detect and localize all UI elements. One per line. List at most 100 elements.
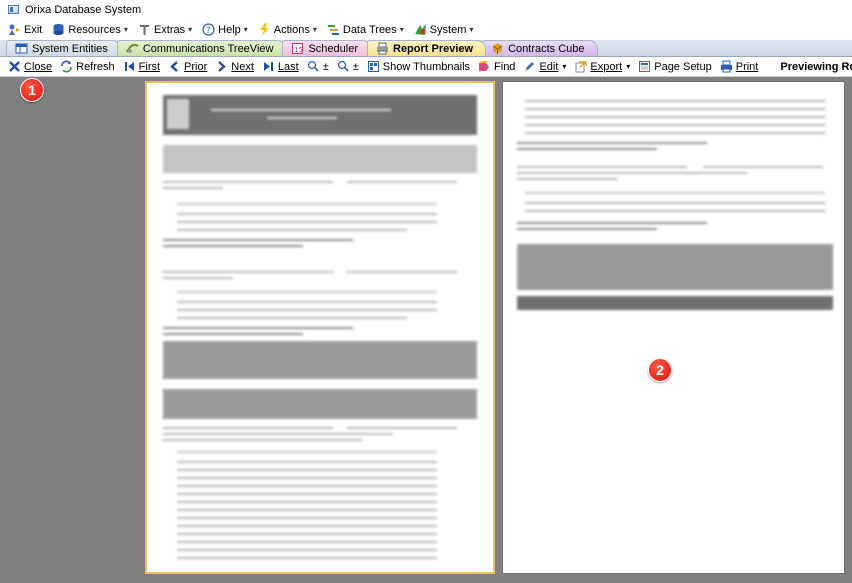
print-label: Print xyxy=(735,60,759,73)
export-button[interactable]: Export xyxy=(574,60,622,73)
menu-help[interactable]: ? Help ▾ xyxy=(202,23,248,36)
menu-bar: Exit Resources ▾ Extras ▾ ? Help ▾ Actio… xyxy=(0,19,852,40)
close-button[interactable]: Close xyxy=(8,60,52,73)
menu-extras-label: Extras xyxy=(153,23,186,36)
pencil-icon xyxy=(523,60,536,73)
edit-button[interactable]: Edit xyxy=(523,60,558,73)
menu-resources[interactable]: Resources ▾ xyxy=(52,23,128,36)
first-page-button[interactable]: First xyxy=(123,60,160,73)
print-button[interactable]: Print xyxy=(720,60,759,73)
page-setup-icon xyxy=(638,60,651,73)
chevron-down-icon[interactable]: ▾ xyxy=(626,62,630,71)
communications-icon xyxy=(125,42,139,55)
previewing-report-label: Previewing Report: "Custor xyxy=(780,60,852,73)
menu-system-label: System xyxy=(429,23,467,36)
document-tabs: System Entities Communications TreeView … xyxy=(0,40,852,57)
page-setup-button[interactable]: Page Setup xyxy=(638,60,712,73)
report-page-1[interactable] xyxy=(145,81,495,574)
prior-label: Prior xyxy=(184,60,208,73)
menu-actions-label: Actions xyxy=(273,23,310,36)
menu-exit-label: Exit xyxy=(24,23,43,36)
refresh-button[interactable]: Refresh xyxy=(60,60,115,73)
zoom-in-label: ± xyxy=(322,60,329,73)
menu-data-trees[interactable]: Data Trees ▾ xyxy=(327,23,404,36)
system-icon xyxy=(414,23,427,36)
table-icon xyxy=(15,42,28,55)
tab-label: Scheduler xyxy=(308,42,358,55)
first-page-icon xyxy=(123,60,136,73)
chevron-down-icon[interactable]: ▾ xyxy=(562,62,566,71)
tab-label: Report Preview xyxy=(393,42,474,55)
tab-label: Communications TreeView xyxy=(142,42,274,55)
svg-text:?: ? xyxy=(206,26,211,36)
menu-data-trees-label: Data Trees xyxy=(342,23,397,36)
tab-system-entities[interactable]: System Entities xyxy=(6,40,121,56)
chevron-down-icon: ▾ xyxy=(312,25,317,34)
report-toolbar: Close Refresh First Prior Next Last ± ± … xyxy=(0,57,852,77)
find-label: Find xyxy=(494,60,516,73)
annotation-badge-2: 2 xyxy=(648,358,672,382)
report-page-2[interactable] xyxy=(502,81,845,574)
cube-icon xyxy=(491,42,504,55)
refresh-icon xyxy=(60,60,73,73)
page-setup-label: Page Setup xyxy=(654,60,712,73)
app-icon xyxy=(8,5,19,14)
chevron-down-icon: ▾ xyxy=(399,25,404,34)
thumbnails-icon xyxy=(367,60,380,73)
help-icon: ? xyxy=(202,23,215,36)
exit-icon xyxy=(8,23,21,36)
chevron-left-icon xyxy=(168,60,181,73)
prior-page-button[interactable]: Prior xyxy=(168,60,207,73)
export-label: Export xyxy=(590,60,623,73)
next-page-button[interactable]: Next xyxy=(215,60,254,73)
tab-report-preview[interactable]: Report Preview xyxy=(367,40,487,56)
database-icon xyxy=(52,23,65,36)
refresh-label: Refresh xyxy=(76,60,115,73)
chevron-down-icon: ▾ xyxy=(243,25,248,34)
zoom-out-button[interactable]: ± xyxy=(337,60,359,73)
last-page-icon xyxy=(262,60,275,73)
zoom-out-label: ± xyxy=(352,60,359,73)
printer-icon xyxy=(376,42,389,55)
menu-system[interactable]: System ▾ xyxy=(414,23,474,36)
next-label: Next xyxy=(231,60,254,73)
menu-resources-label: Resources xyxy=(68,23,121,36)
last-label: Last xyxy=(277,60,299,73)
annotation-badge-1: 1 xyxy=(20,78,44,102)
find-button[interactable]: Find xyxy=(478,60,515,73)
lightning-icon xyxy=(258,23,271,36)
title-bar: Orixa Database System xyxy=(0,0,852,19)
tab-label: System Entities xyxy=(32,42,108,55)
extras-icon xyxy=(138,23,151,36)
zoom-out-icon xyxy=(337,60,350,73)
window-title: Orixa Database System xyxy=(25,3,142,16)
calendar-icon: 15 xyxy=(291,42,304,55)
show-thumbnails-label: Show Thumbnails xyxy=(382,60,471,73)
zoom-in-icon xyxy=(307,60,320,73)
menu-help-label: Help xyxy=(218,23,241,36)
close-icon xyxy=(8,60,21,73)
report-preview-area[interactable]: 1 2 xyxy=(0,77,852,583)
tab-scheduler[interactable]: 15 Scheduler xyxy=(282,40,371,56)
close-label: Close xyxy=(24,60,53,73)
tree-icon xyxy=(327,23,340,36)
tab-communications-treeview[interactable]: Communications TreeView xyxy=(116,40,287,56)
tab-label: Contracts Cube xyxy=(508,42,585,55)
chevron-down-icon: ▾ xyxy=(123,25,128,34)
edit-label: Edit xyxy=(539,60,559,73)
menu-extras[interactable]: Extras ▾ xyxy=(138,23,192,36)
tab-contracts-cube[interactable]: Contracts Cube xyxy=(482,40,598,56)
chevron-right-icon xyxy=(215,60,228,73)
menu-actions[interactable]: Actions ▾ xyxy=(258,23,317,36)
show-thumbnails-button[interactable]: Show Thumbnails xyxy=(367,60,470,73)
chevron-down-icon: ▾ xyxy=(188,25,193,34)
chevron-down-icon: ▾ xyxy=(469,25,474,34)
first-label: First xyxy=(138,60,161,73)
zoom-in-button[interactable]: ± xyxy=(307,60,329,73)
printer-icon xyxy=(720,60,733,73)
find-icon xyxy=(478,60,491,73)
menu-exit[interactable]: Exit xyxy=(8,23,42,36)
last-page-button[interactable]: Last xyxy=(262,60,299,73)
export-icon xyxy=(574,60,588,73)
svg-text:15: 15 xyxy=(294,46,303,54)
